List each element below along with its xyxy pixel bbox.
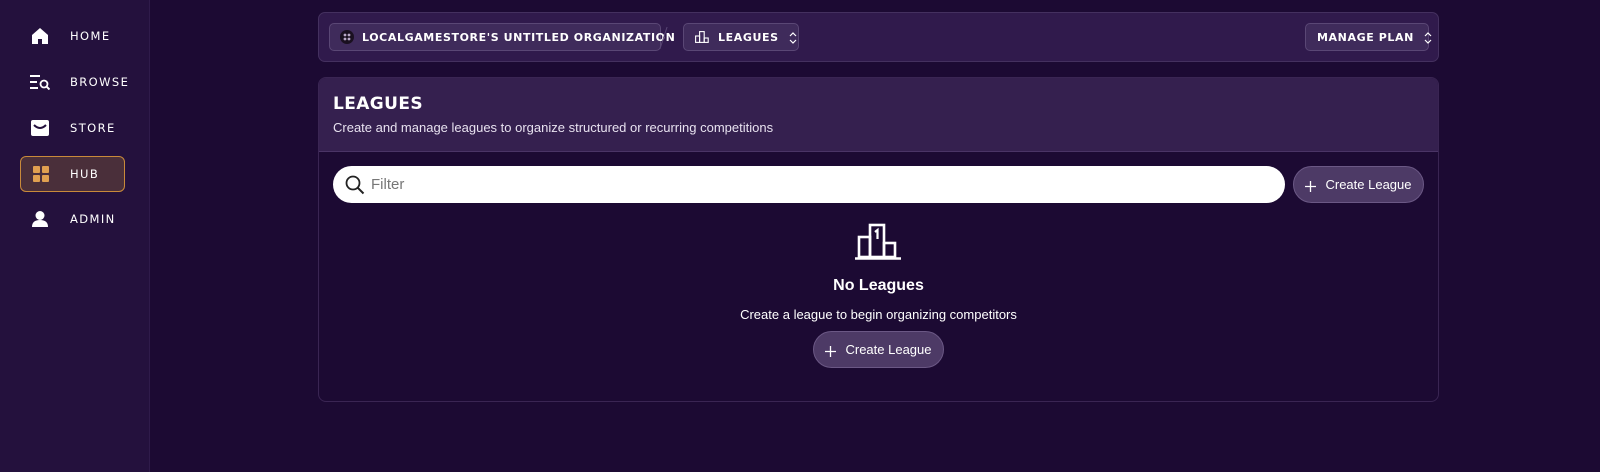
leagues-panel: LEAGUES Create and manage leagues to org… [318, 77, 1439, 402]
podium-icon [855, 223, 903, 261]
manage-plan-button[interactable]: MANAGE PLAN [1305, 23, 1432, 51]
search-icon [345, 175, 365, 195]
home-icon [30, 26, 50, 46]
hub-grid-icon [31, 164, 51, 184]
plus-icon [1305, 179, 1317, 192]
organization-selector[interactable]: LOCALGAMESTORE'S UNTITLED ORGANIZATION [329, 23, 693, 51]
store-icon [30, 118, 50, 138]
plus-icon [825, 344, 837, 357]
user-icon [30, 209, 50, 229]
sidebar-item-hub[interactable]: HUB [20, 156, 125, 192]
podium-icon [695, 31, 709, 43]
sidebar-item-admin[interactable]: ADMIN [20, 201, 125, 237]
empty-state-message: Create a league to begin organizing comp… [740, 307, 1017, 322]
sidebar-item-label: HOME [70, 29, 111, 43]
manage-plan-label: MANAGE PLAN [1317, 30, 1414, 44]
breadcrumb-bar: LOCALGAMESTORE'S UNTITLED ORGANIZATION L… [318, 12, 1439, 62]
chevron-updown-icon [1424, 31, 1432, 44]
empty-state-create-league-button[interactable]: Create League [813, 331, 944, 368]
section-selector[interactable]: LEAGUES [683, 23, 799, 51]
panel-header: LEAGUES Create and manage leagues to org… [319, 78, 1438, 152]
chevron-updown-icon [789, 31, 797, 44]
page-title: LEAGUES [333, 94, 424, 114]
filter-input[interactable] [371, 169, 1251, 200]
sidebar-item-label: HUB [70, 167, 100, 181]
browse-icon [30, 72, 50, 92]
create-league-label: Create League [1325, 177, 1412, 192]
organization-avatar [340, 30, 354, 44]
sidebar-item-label: STORE [70, 121, 116, 135]
create-league-label: Create League [845, 342, 932, 357]
sidebar-item-label: ADMIN [70, 212, 116, 226]
sidebar-item-browse[interactable]: BROWSE [20, 64, 128, 100]
section-name: LEAGUES [718, 30, 779, 44]
sidebar-item-label: BROWSE [70, 75, 130, 89]
filter-field[interactable] [333, 166, 1285, 203]
sidebar-item-store[interactable]: STORE [20, 110, 125, 146]
organization-name: LOCALGAMESTORE'S UNTITLED ORGANIZATION [362, 30, 676, 44]
create-league-button[interactable]: Create League [1293, 166, 1424, 203]
sidebar-item-home[interactable]: HOME [20, 18, 125, 54]
empty-state-title: No Leagues [833, 277, 924, 294]
sidebar: HOME BROWSE STORE HUB ADMIN [0, 0, 150, 472]
page-subtitle: Create and manage leagues to organize st… [333, 120, 774, 135]
